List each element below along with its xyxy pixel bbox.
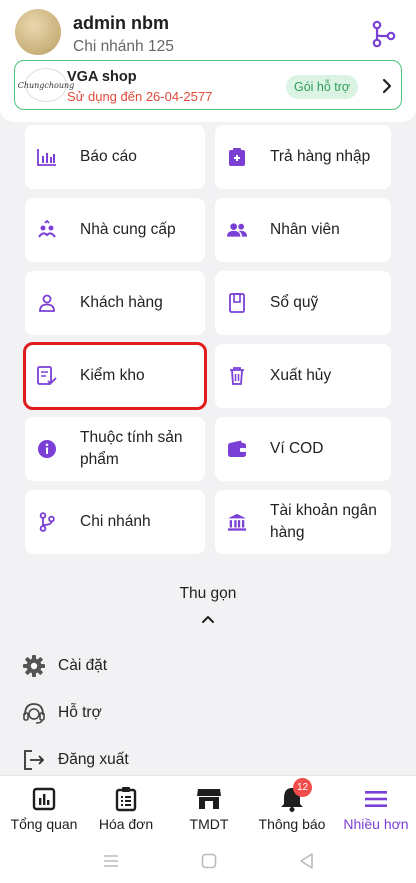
collapse-label: Thu gọn bbox=[179, 585, 237, 602]
shop-name: VGA shop bbox=[67, 69, 137, 85]
menu-item-label: Khách hàng bbox=[80, 294, 163, 311]
logout-icon bbox=[22, 748, 46, 772]
menu-icon bbox=[363, 786, 389, 812]
nav-tmdt[interactable]: TMDT bbox=[176, 776, 242, 840]
collapse-toggle[interactable]: Thu gọn bbox=[0, 585, 416, 623]
nav-label: TMDT bbox=[189, 816, 229, 832]
plan-badge[interactable]: Gói hỗ trợ bbox=[286, 75, 359, 99]
menu-item-label: Tài khoản ngân hàng bbox=[270, 502, 377, 541]
menu-item-nhan-vien[interactable]: Nhân viên bbox=[215, 198, 391, 262]
menu-item-label: Ví COD bbox=[270, 440, 324, 457]
nav-thong-bao[interactable]: 12 Thông báo bbox=[254, 776, 330, 840]
menu-item-label: Kiểm kho bbox=[80, 367, 145, 384]
headset-icon bbox=[22, 701, 46, 725]
menu-item-label: Xuất hủy bbox=[270, 367, 332, 384]
menu-item-vi-cod[interactable]: Ví COD bbox=[215, 417, 391, 481]
gear-icon bbox=[22, 654, 46, 678]
invoice-icon bbox=[113, 786, 139, 812]
nav-tong-quan[interactable]: Tổng quan bbox=[6, 776, 82, 840]
menu-item-label: Sổ quỹ bbox=[270, 294, 319, 311]
info-icon bbox=[37, 439, 57, 459]
menu-item-thuoc-tinh-san-pham[interactable]: Thuộc tính sản phẩm bbox=[25, 417, 205, 481]
menu-item-label: Trả hàng nhập bbox=[270, 148, 371, 165]
nav-label: Tổng quan bbox=[10, 816, 78, 832]
settings-item-label: Hỗ trợ bbox=[58, 703, 102, 721]
branch-icon bbox=[37, 512, 57, 532]
settings-list: Cài đặt Hỗ trợ Đăng xuất bbox=[22, 642, 382, 783]
branch-name: Chi nhánh 125 bbox=[73, 38, 174, 55]
notification-badge: 12 bbox=[293, 778, 312, 797]
menu-item-nha-cung-cap[interactable]: Nhà cung cấp bbox=[25, 198, 205, 262]
menu-item-chi-nhanh[interactable]: Chi nhánh bbox=[25, 490, 205, 554]
branch-switch-icon[interactable] bbox=[371, 20, 397, 48]
menu-item-khach-hang[interactable]: Khách hàng bbox=[25, 271, 205, 335]
nav-hoa-don[interactable]: Hóa đơn bbox=[90, 776, 162, 840]
bank-icon bbox=[227, 512, 247, 532]
bell-icon: 12 bbox=[279, 778, 312, 812]
menu-item-kiem-kho[interactable]: Kiểm kho bbox=[23, 342, 207, 410]
back-icon[interactable] bbox=[297, 851, 317, 871]
overview-icon bbox=[31, 786, 57, 812]
menu-item-tai-khoan-ngan-hang[interactable]: Tài khoản ngân hàng bbox=[215, 490, 391, 554]
menu-item-bao-cao[interactable]: Báo cáo bbox=[25, 125, 205, 189]
recent-apps-icon[interactable] bbox=[101, 851, 121, 871]
menu-item-so-quy[interactable]: Sổ quỹ bbox=[215, 271, 391, 335]
stock-check-icon bbox=[37, 366, 57, 386]
user-name: admin nbm bbox=[73, 13, 170, 33]
nav-label: Thông báo bbox=[258, 816, 326, 832]
settings-item-ho-tro[interactable]: Hỗ trợ bbox=[22, 689, 382, 736]
home-icon[interactable] bbox=[199, 851, 219, 871]
chevron-right-icon[interactable] bbox=[381, 77, 393, 95]
avatar[interactable] bbox=[15, 9, 61, 55]
menu-item-label: Nhân viên bbox=[270, 221, 340, 238]
menu-item-xuat-huy[interactable]: Xuất hủy bbox=[215, 344, 391, 408]
menu-item-label: Chi nhánh bbox=[80, 513, 151, 530]
settings-item-label: Cài đặt bbox=[58, 656, 108, 674]
menu-item-tra-hang-nhap[interactable]: Trả hàng nhập bbox=[215, 125, 391, 189]
shop-card[interactable]: Chungchoung VGA shop Sử dụng đến 26-04-2… bbox=[14, 60, 402, 110]
account-header: admin nbm Chi nhánh 125 Chungchoung VGA … bbox=[0, 0, 416, 122]
menu-grid: Báo cáo Trả hàng nhập Nhà cung cấp Nhân … bbox=[23, 125, 391, 554]
settings-item-label: Đăng xuất bbox=[58, 750, 129, 768]
system-nav-bar bbox=[0, 839, 416, 883]
menu-item-label: Thuộc tính sản phẩm bbox=[80, 429, 183, 468]
shop-expiry: Sử dụng đến 26-04-2577 bbox=[67, 89, 213, 104]
staff-icon bbox=[227, 220, 247, 240]
nav-label: Nhiều hơn bbox=[343, 816, 409, 832]
trash-icon bbox=[227, 366, 247, 386]
return-box-icon bbox=[227, 147, 247, 167]
bottom-nav: Tổng quan Hóa đơn TMDT 12 Thông báo Nhiề… bbox=[0, 775, 416, 839]
bar-chart-icon bbox=[37, 147, 57, 167]
wallet-icon bbox=[227, 439, 247, 459]
customer-icon bbox=[37, 293, 57, 313]
supplier-icon bbox=[37, 220, 57, 240]
menu-item-label: Báo cáo bbox=[80, 148, 137, 165]
settings-item-cai-dat[interactable]: Cài đặt bbox=[22, 642, 382, 689]
menu-item-label: Nhà cung cấp bbox=[80, 221, 176, 238]
store-icon bbox=[196, 786, 222, 812]
shop-logo: Chungchoung bbox=[18, 68, 74, 102]
nav-nhieu-hon[interactable]: Nhiều hơn bbox=[338, 776, 414, 840]
chevron-up-icon bbox=[201, 611, 215, 623]
cashbook-icon bbox=[227, 293, 247, 313]
nav-label: Hóa đơn bbox=[98, 816, 154, 832]
